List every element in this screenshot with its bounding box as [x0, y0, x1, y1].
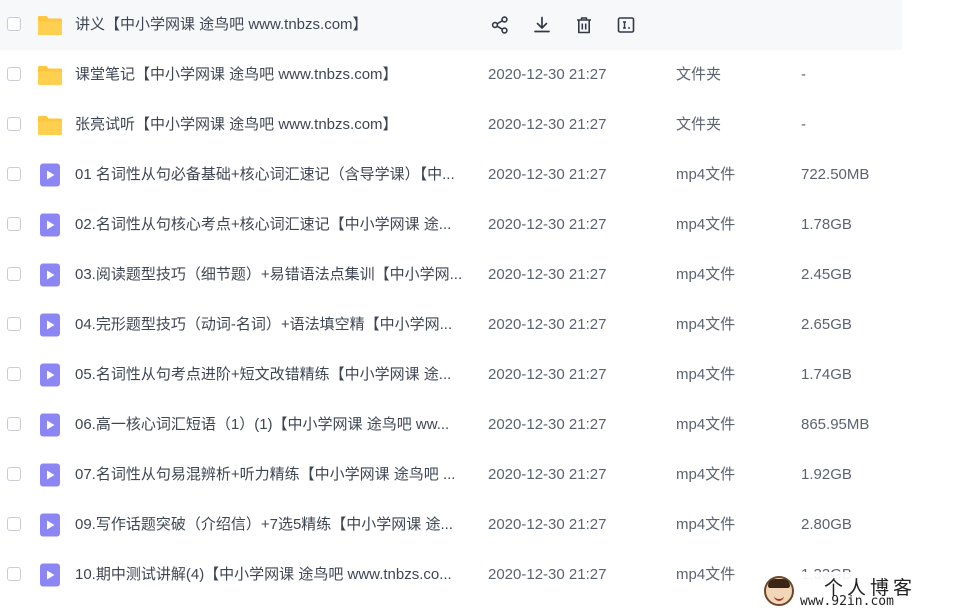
rename-icon	[616, 15, 636, 35]
avatar-icon	[764, 576, 794, 606]
file-row[interactable]: 讲义【中小学网课 途鸟吧 www.tnbzs.com】	[0, 0, 902, 50]
file-type: mp4文件	[676, 516, 736, 533]
file-row[interactable]: 06.高一核心词汇短语（1）(1)【中小学网课 途鸟吧 ww... 2020-12…	[0, 400, 954, 450]
file-row[interactable]: 07.名词性从句易混辨析+听力精练【中小学网课 途鸟吧 ... 2020-12-3…	[0, 450, 954, 500]
modified-time: 2020-12-30 21:27	[488, 116, 607, 133]
delete-button[interactable]	[572, 13, 596, 37]
file-size: -	[801, 116, 806, 133]
file-type: 文件夹	[676, 66, 722, 83]
file-type: mp4文件	[676, 566, 736, 583]
folder-icon	[37, 13, 63, 37]
row-checkbox[interactable]	[7, 167, 21, 181]
modified-time: 2020-12-30 21:27	[488, 216, 607, 233]
modified-time: 2020-12-30 21:27	[488, 466, 607, 483]
file-name[interactable]: 02.名词性从句核心考点+核心词汇速记【中小学网课 途...	[75, 200, 467, 250]
file-type: mp4文件	[676, 366, 736, 383]
file-name[interactable]: 课堂笔记【中小学网课 途鸟吧 www.tnbzs.com】	[75, 50, 467, 100]
row-checkbox[interactable]	[7, 467, 21, 481]
video-file-icon	[37, 463, 63, 487]
rename-button[interactable]	[614, 13, 638, 37]
file-size: 1.78GB	[801, 216, 852, 233]
file-row[interactable]: 02.名词性从句核心考点+核心词汇速记【中小学网课 途... 2020-12-30…	[0, 200, 954, 250]
delete-icon	[574, 15, 594, 35]
file-size: 1.92GB	[801, 466, 852, 483]
modified-time: 2020-12-30 21:27	[488, 316, 607, 333]
folder-icon	[37, 113, 63, 137]
file-size: 2.65GB	[801, 316, 852, 333]
file-type: mp4文件	[676, 466, 736, 483]
row-checkbox[interactable]	[7, 417, 21, 431]
file-name[interactable]: 张亮试听【中小学网课 途鸟吧 www.tnbzs.com】	[75, 100, 467, 150]
modified-time: 2020-12-30 21:27	[488, 516, 607, 533]
file-row[interactable]: 01 名词性从句必备基础+核心词汇速记（含导学课）【中... 2020-12-30…	[0, 150, 954, 200]
file-name[interactable]: 06.高一核心词汇短语（1）(1)【中小学网课 途鸟吧 ww...	[75, 400, 467, 450]
row-checkbox[interactable]	[7, 267, 21, 281]
download-icon	[532, 15, 552, 35]
file-name[interactable]: 讲义【中小学网课 途鸟吧 www.tnbzs.com】	[75, 0, 467, 50]
video-file-icon	[37, 363, 63, 387]
file-row[interactable]: 03.阅读题型技巧（细节题）+易错语法点集训【中小学网... 2020-12-30…	[0, 250, 954, 300]
file-name[interactable]: 07.名词性从句易混辨析+听力精练【中小学网课 途鸟吧 ...	[75, 450, 467, 500]
download-button[interactable]	[530, 13, 554, 37]
video-file-icon	[37, 263, 63, 287]
file-size: -	[801, 66, 806, 83]
file-name[interactable]: 09.写作话题突破（介绍信）+7选5精练【中小学网课 途...	[75, 500, 467, 550]
file-type: mp4文件	[676, 166, 736, 183]
row-checkbox[interactable]	[7, 367, 21, 381]
file-size: 2.80GB	[801, 516, 852, 533]
file-row[interactable]: 课堂笔记【中小学网课 途鸟吧 www.tnbzs.com】 2020-12-30 …	[0, 50, 954, 100]
file-type: 文件夹	[676, 116, 722, 133]
file-size: 2.45GB	[801, 266, 852, 283]
video-file-icon	[37, 213, 63, 237]
file-type: mp4文件	[676, 416, 736, 433]
row-checkbox[interactable]	[7, 117, 21, 131]
file-name[interactable]: 05.名词性从句考点进阶+短文改错精练【中小学网课 途...	[75, 350, 467, 400]
file-list: 讲义【中小学网课 途鸟吧 www.tnbzs.com】 课堂笔记【中小学网课 途鸟…	[0, 0, 954, 600]
row-checkbox[interactable]	[7, 317, 21, 331]
file-name[interactable]: 04.完形题型技巧（动词-名词）+语法填空精【中小学网...	[75, 300, 467, 350]
modified-time: 2020-12-30 21:27	[488, 266, 607, 283]
modified-time: 2020-12-30 21:27	[488, 66, 607, 83]
row-actions	[488, 13, 656, 37]
row-checkbox[interactable]	[7, 217, 21, 231]
share-button[interactable]	[488, 13, 512, 37]
row-checkbox[interactable]	[7, 67, 21, 81]
modified-time: 2020-12-30 21:27	[488, 416, 607, 433]
video-file-icon	[37, 563, 63, 587]
row-checkbox[interactable]	[7, 17, 21, 31]
watermark-url: www.92in.com	[800, 594, 894, 609]
file-size: 1.74GB	[801, 366, 852, 383]
file-row[interactable]: 09.写作话题突破（介绍信）+7选5精练【中小学网课 途... 2020-12-3…	[0, 500, 954, 550]
folder-icon	[37, 63, 63, 87]
video-file-icon	[37, 413, 63, 437]
file-name[interactable]: 10.期中测试讲解(4)【中小学网课 途鸟吧 www.tnbzs.co...	[75, 550, 467, 600]
file-row[interactable]: 04.完形题型技巧（动词-名词）+语法填空精【中小学网... 2020-12-30…	[0, 300, 954, 350]
file-row[interactable]: 05.名词性从句考点进阶+短文改错精练【中小学网课 途... 2020-12-30…	[0, 350, 954, 400]
file-row[interactable]: 张亮试听【中小学网课 途鸟吧 www.tnbzs.com】 2020-12-30 …	[0, 100, 954, 150]
file-type: mp4文件	[676, 216, 736, 233]
video-file-icon	[37, 513, 63, 537]
modified-time: 2020-12-30 21:27	[488, 166, 607, 183]
modified-time: 2020-12-30 21:27	[488, 366, 607, 383]
row-checkbox[interactable]	[7, 517, 21, 531]
share-icon	[490, 15, 510, 35]
modified-time: 2020-12-30 21:27	[488, 566, 607, 583]
file-type: mp4文件	[676, 316, 736, 333]
file-name[interactable]: 01 名词性从句必备基础+核心词汇速记（含导学课）【中...	[75, 150, 467, 200]
file-size: 865.95MB	[801, 416, 870, 433]
video-file-icon	[37, 313, 63, 337]
video-file-icon	[37, 163, 63, 187]
file-type: mp4文件	[676, 266, 736, 283]
row-checkbox[interactable]	[7, 567, 21, 581]
file-size: 722.50MB	[801, 166, 870, 183]
site-watermark: 个人博客 www.92in.com	[760, 572, 954, 614]
file-name[interactable]: 03.阅读题型技巧（细节题）+易错语法点集训【中小学网...	[75, 250, 467, 300]
